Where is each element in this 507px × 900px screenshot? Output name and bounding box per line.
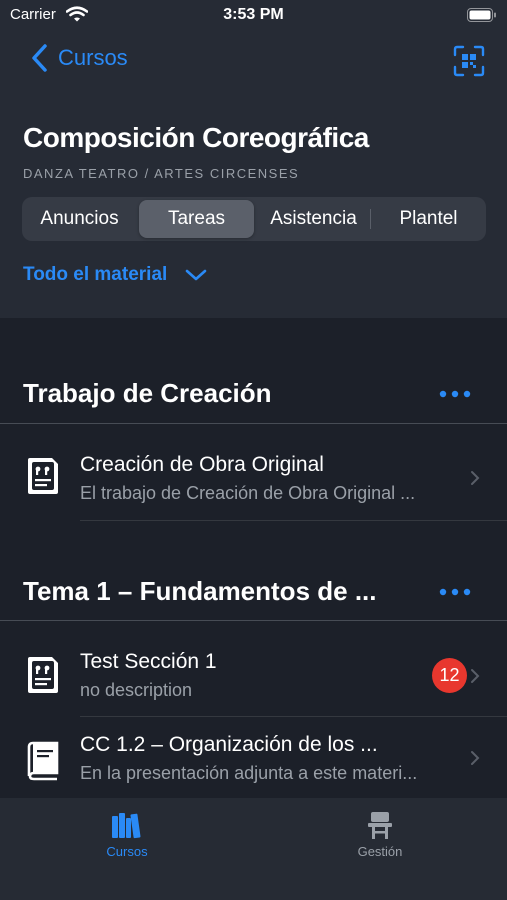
chevron-right-icon xyxy=(471,669,480,683)
qr-scan-icon[interactable] xyxy=(452,44,486,78)
ellipsis-icon xyxy=(439,588,471,596)
status-bar: Carrier 3:53 PM xyxy=(0,0,507,32)
quote-document-icon xyxy=(28,458,58,494)
section-title: Trabajo de Creación xyxy=(23,378,272,408)
notification-badge: 12 xyxy=(432,658,467,693)
item-title: Test Sección 1 xyxy=(80,650,217,673)
chevron-right-icon xyxy=(471,471,480,485)
course-subtitle: DANZA TEATRO / ARTES CIRCENSES xyxy=(23,166,300,181)
tab-gestion[interactable]: Gestión xyxy=(320,810,440,859)
material-filter-button[interactable]: Todo el material xyxy=(23,264,207,286)
section-title: Tema 1 – Fundamentos de ... xyxy=(23,576,377,606)
list-item[interactable]: Creación de Obra Original El trabajo de … xyxy=(0,424,507,520)
tab-cursos[interactable]: Cursos xyxy=(67,810,187,859)
section-more-button[interactable] xyxy=(438,584,472,598)
books-icon xyxy=(112,813,141,839)
tab-asistencia[interactable]: Asistencia xyxy=(256,197,371,241)
chevron-down-icon xyxy=(185,269,207,281)
segmented-control: Anuncios Tareas Asistencia Plantel xyxy=(22,197,486,241)
quote-document-icon xyxy=(28,657,58,693)
item-title: CC 1.2 – Organización de los ... xyxy=(80,733,378,756)
tab-tareas[interactable]: Tareas xyxy=(139,200,254,238)
book-icon xyxy=(27,741,59,781)
section-more-button[interactable] xyxy=(438,386,472,400)
tab-bar: Cursos Gestión xyxy=(0,798,507,900)
item-description: En la presentación adjunta a este materi… xyxy=(80,763,418,783)
tab-anuncios[interactable]: Anuncios xyxy=(22,197,137,241)
list-item[interactable]: CC 1.2 – Organización de los ... En la p… xyxy=(0,717,507,799)
desk-chair-icon xyxy=(368,812,392,839)
ellipsis-icon xyxy=(439,390,471,398)
item-description: no description xyxy=(80,680,193,700)
item-description: El trabajo de Creación de Obra Original … xyxy=(80,483,416,503)
status-time: 3:53 PM xyxy=(223,6,284,23)
chevron-right-icon xyxy=(471,751,480,765)
tab-label: Cursos xyxy=(106,844,148,859)
battery-icon xyxy=(467,8,496,22)
course-header: Carrier 3:53 PM Cursos Composición Coreo… xyxy=(0,0,507,318)
chevron-left-icon xyxy=(32,44,47,72)
back-button[interactable]: Cursos xyxy=(30,40,128,76)
item-title: Creación de Obra Original xyxy=(80,453,324,476)
course-title: Composición Coreográfica xyxy=(23,122,369,153)
list-item[interactable]: Test Sección 1 no description 12 xyxy=(0,621,507,717)
tab-label: Gestión xyxy=(357,844,403,859)
tab-plantel[interactable]: Plantel xyxy=(371,197,486,241)
row-divider xyxy=(80,520,507,521)
back-label: Cursos xyxy=(58,45,128,70)
filter-label: Todo el material xyxy=(23,264,168,285)
